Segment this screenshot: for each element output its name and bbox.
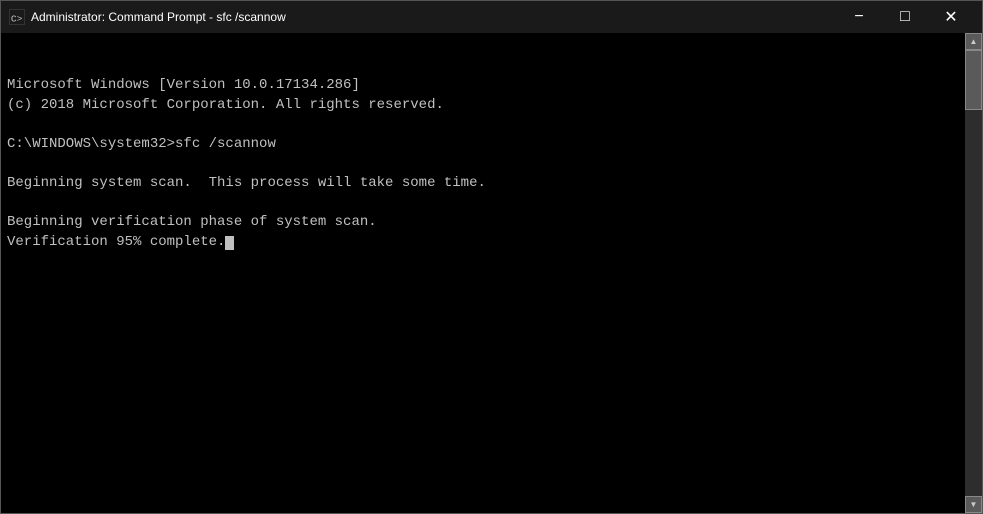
- maximize-button[interactable]: □: [882, 1, 928, 33]
- terminal-line: Microsoft Windows [Version 10.0.17134.28…: [7, 76, 959, 96]
- terminal-line: Verification 95% complete.: [7, 233, 959, 253]
- minimize-button[interactable]: −: [836, 1, 882, 33]
- scroll-down-button[interactable]: ▼: [965, 496, 982, 513]
- terminal-line: [7, 115, 959, 135]
- terminal-line: C:\WINDOWS\system32>sfc /scannow: [7, 135, 959, 155]
- svg-text:C>: C>: [11, 13, 23, 24]
- scroll-thumb[interactable]: [965, 50, 982, 110]
- terminal-line: [7, 194, 959, 214]
- scroll-up-button[interactable]: ▲: [965, 33, 982, 50]
- terminal-line: (c) 2018 Microsoft Corporation. All righ…: [7, 96, 959, 116]
- scrollbar[interactable]: ▲ ▼: [965, 33, 982, 513]
- window-controls: − □ ✕: [836, 1, 974, 33]
- terminal-cursor: [225, 236, 234, 250]
- title-bar: C> Administrator: Command Prompt - sfc /…: [1, 1, 982, 33]
- terminal-line: Beginning system scan. This process will…: [7, 174, 959, 194]
- cmd-window: C> Administrator: Command Prompt - sfc /…: [0, 0, 983, 514]
- window-title: Administrator: Command Prompt - sfc /sca…: [31, 10, 830, 24]
- terminal-area: Microsoft Windows [Version 10.0.17134.28…: [1, 33, 982, 513]
- scroll-track[interactable]: [965, 50, 982, 496]
- terminal-output[interactable]: Microsoft Windows [Version 10.0.17134.28…: [1, 33, 965, 513]
- terminal-line: Beginning verification phase of system s…: [7, 213, 959, 233]
- close-button[interactable]: ✕: [928, 1, 974, 33]
- cmd-icon: C>: [9, 9, 25, 25]
- terminal-line: [7, 155, 959, 175]
